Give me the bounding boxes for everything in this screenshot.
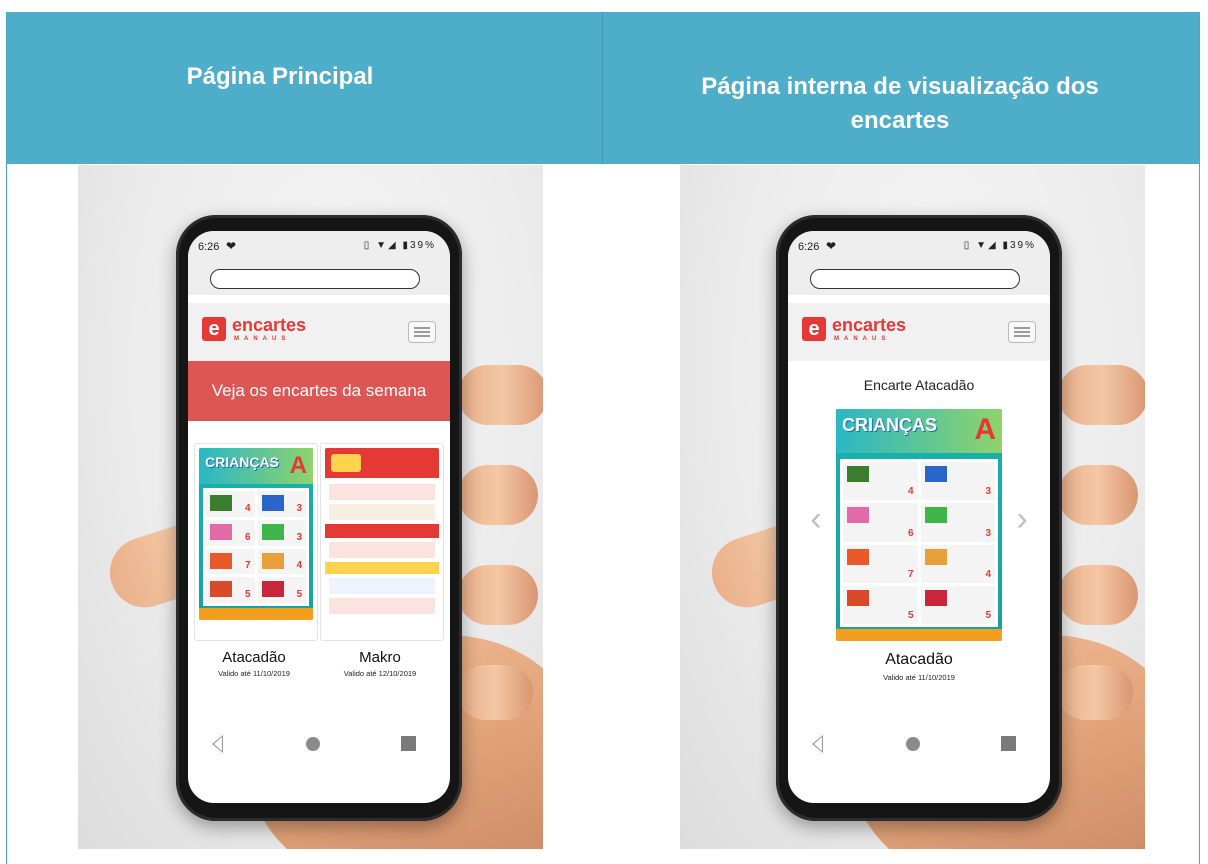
status-bar: 6:26 ❤ ▯ ▼◢ ▮39% [788,231,1050,265]
logo-e-icon[interactable]: e [202,317,226,341]
header-left-title: Página Principal [186,63,374,90]
phone-screen: 6:26 ❤ ▯ ▼◢ ▮39% e encartes MANAUS Encar… [788,231,1050,803]
flyer-price: 6 [907,527,914,539]
status-bar: 6:26 ❤ ▯ ▼◢ ▮39% [188,231,450,265]
week-banner: Veja os encartes da semana [188,361,450,421]
card-valid-makro: Valido até 12/10/2019 [343,669,417,678]
flyer-headline: CRIANÇAS [205,454,279,470]
hand-finger [1058,365,1145,425]
browser-bar [788,265,1050,295]
atacadao-logo: A [289,452,307,479]
status-time: 6:26 [798,241,820,253]
signal-icon: ◢ [387,240,398,251]
hand-finger [1058,465,1138,525]
logo-subtitle: MANAUS [234,336,291,342]
status-icons: ▯ ▼◢ ▮39% [964,240,1036,251]
battery-level: 39% [1009,240,1036,251]
vibrate-icon: ▯ [363,240,372,251]
battery-icon: ▮ [1002,240,1010,251]
header-right-title: Página interna de visualização dos encar… [701,73,1099,134]
logo-text[interactable]: encartes [232,315,306,336]
flyer-price: 4 [985,568,991,580]
flyer-price: 7 [244,560,251,572]
flyer-card-atacadao[interactable]: CRIANÇAS A 4 3 6 3 7 4 5 5 [194,443,318,641]
browser-bar [188,265,450,295]
home-icon[interactable] [306,737,320,751]
flyer-price: 5 [985,610,991,621]
signal-icon: ◢ [987,240,998,251]
recent-apps-icon[interactable] [1001,736,1016,751]
detail-page-mockup: 6:26 ❤ ▯ ▼◢ ▮39% e encartes MANAUS Encar… [680,165,1145,849]
hand-finger [458,365,543,425]
flyer-headline: CRIANÇAS [842,415,938,435]
logo-subtitle: MANAUS [834,336,891,342]
flyer-price: 4 [907,486,914,498]
card-valid-atacadao: Valido até 11/10/2019 [218,669,290,678]
battery-level: 39% [409,240,436,251]
flyer-valid-date: Valido até 11/10/2019 [883,673,955,682]
hand-finger [1058,665,1133,720]
atacadao-logo: A [974,413,996,446]
vibrate-icon: ▯ [963,240,972,251]
phone-screen: 6:26 ❤ ▯ ▼◢ ▮39% e encartes MANAUS Veja … [188,231,450,803]
hand-finger [458,665,533,720]
back-icon[interactable] [212,735,223,753]
url-input[interactable] [810,269,1020,289]
page-title: Encarte Atacadão [863,377,975,393]
home-page-mockup: 6:26 ❤ ▯ ▼◢ ▮39% e encartes MANAUS Veja … [78,165,543,849]
hand-finger [458,465,538,525]
logo-text[interactable]: encartes [832,315,906,336]
site-navbar: e encartes MANAUS [788,303,1050,361]
chevron-right-icon[interactable]: › [1012,501,1032,537]
hamburger-menu-button[interactable] [408,321,436,343]
flyer-price: 4 [244,502,251,514]
flyer-price: 4 [296,560,302,572]
flyer-price: 6 [244,531,251,543]
back-icon[interactable] [812,735,823,753]
card-title-makro[interactable]: Makro [318,649,442,666]
site-navbar: e encartes MANAUS [188,303,450,361]
flyer-price: 3 [296,502,302,514]
wifi-icon: ▼ [976,240,988,251]
logo-e-icon[interactable]: e [802,317,826,341]
android-nav-bar [788,727,1050,767]
card-title-atacadao[interactable]: Atacadão [192,649,316,666]
recent-apps-icon[interactable] [401,736,416,751]
status-icons: ▯ ▼◢ ▮39% [364,240,436,251]
phone-frame: 6:26 ❤ ▯ ▼◢ ▮39% e encartes MANAUS Encar… [776,215,1062,821]
hand-finger [458,565,538,625]
flyer-price: 5 [244,589,251,600]
flyer-price: 3 [985,527,991,539]
flyer-image[interactable]: CRIANÇAS A 4 3 6 3 7 4 5 5 [836,409,1002,641]
flyer-price: 3 [296,531,302,543]
flyer-store-title: Atacadão [885,651,953,668]
hand-finger [1058,565,1138,625]
heart-icon: ❤ [226,239,237,253]
heart-icon: ❤ [826,239,837,253]
hamburger-menu-button[interactable] [1008,321,1036,343]
flyer-price: 3 [985,486,991,498]
battery-icon: ▮ [402,240,410,251]
flyer-thumbnail[interactable] [325,448,439,620]
url-input[interactable] [210,269,420,289]
wifi-icon: ▼ [376,240,388,251]
chevron-left-icon[interactable]: ‹ [806,501,826,537]
flyer-price: 5 [296,589,302,600]
status-time: 6:26 [198,241,220,253]
flyer-price: 7 [907,568,914,580]
home-icon[interactable] [906,737,920,751]
android-nav-bar [188,727,450,767]
flyer-price: 5 [907,610,914,621]
flyer-card-makro[interactable] [320,443,444,641]
phone-frame: 6:26 ❤ ▯ ▼◢ ▮39% e encartes MANAUS Veja … [176,215,462,821]
flyer-thumbnail[interactable]: CRIANÇAS A 4 3 6 3 7 4 5 5 [199,448,313,620]
